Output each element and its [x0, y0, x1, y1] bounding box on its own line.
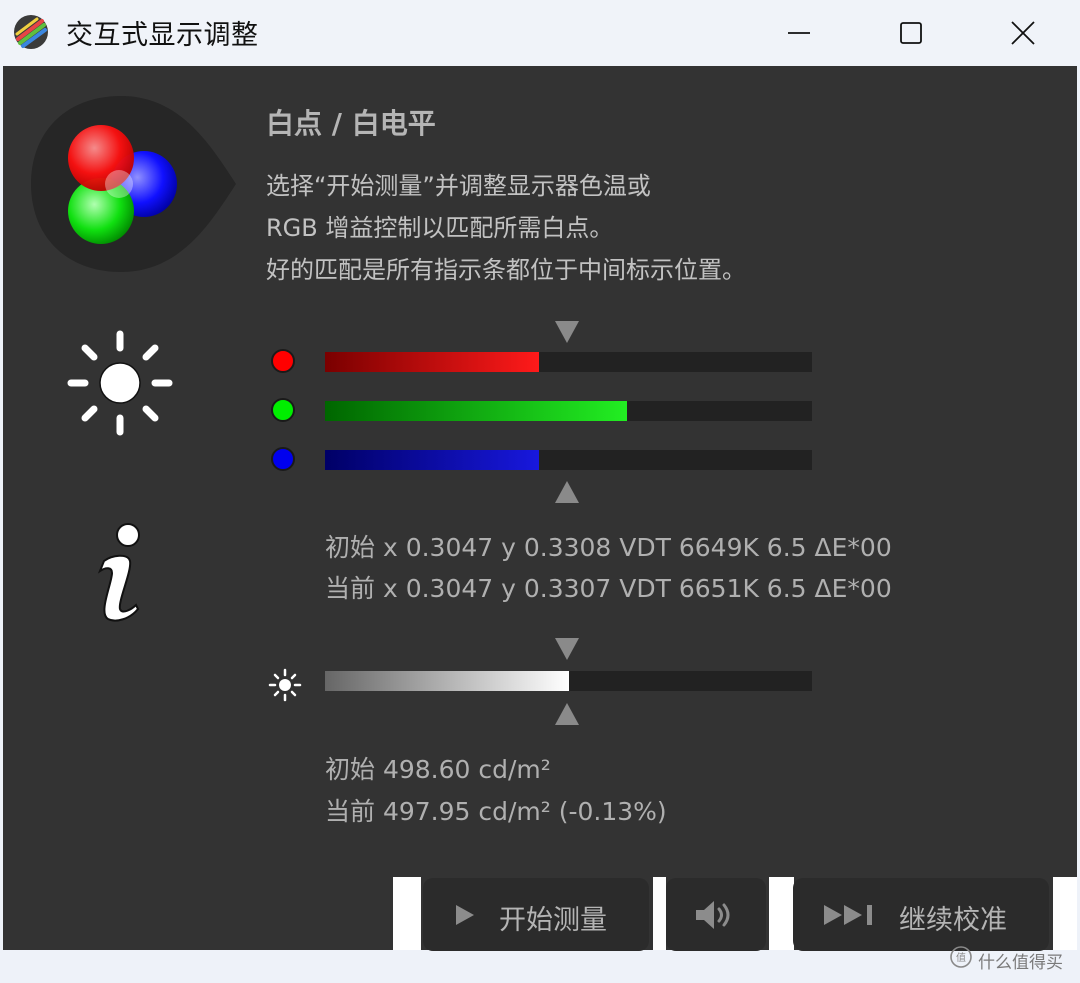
svg-text:值: 值	[956, 951, 966, 964]
blue-indicator-dot	[271, 447, 295, 471]
section-heading: 白点 / 白电平	[266, 107, 436, 140]
sound-toggle-button[interactable]	[666, 878, 766, 951]
button-strip-gap	[769, 877, 794, 950]
watermark-text: 什么值得买	[978, 953, 1063, 973]
start-measurement-button[interactable]: 开始测量	[423, 878, 649, 951]
interactive-display-adjustment-window: 交互式显示调整 白点 / 白电平 选择“开始测量”并调整显示器色温或 RGB 增…	[0, 0, 1080, 983]
instruction-line-3: 好的匹配是所有指示条都位于中间标示位置。	[266, 256, 746, 284]
red-indicator-dot	[271, 349, 295, 373]
maximize-button[interactable]	[855, 0, 967, 66]
main-panel: 白点 / 白电平 选择“开始测量”并调整显示器色温或 RGB 增益控制以匹配所需…	[3, 66, 1077, 951]
green-gain-bar	[325, 401, 812, 421]
initial-luminance-reading: 初始 498.60 cd/m²	[325, 755, 551, 784]
instruction-line-1: 选择“开始测量”并调整显示器色温或	[266, 172, 651, 200]
luminance-target-marker-top	[555, 638, 579, 660]
continue-calibration-button[interactable]: 继续校准	[793, 878, 1049, 951]
blue-gain-bar	[325, 450, 812, 470]
speaker-icon	[696, 901, 730, 929]
minimize-icon	[788, 32, 810, 34]
info-icon	[97, 523, 140, 622]
sun-icon	[67, 330, 173, 436]
button-strip-gap	[393, 877, 421, 950]
minimize-button[interactable]	[743, 0, 855, 66]
window-title: 交互式显示调整	[66, 20, 259, 51]
red-bar-fill	[325, 352, 540, 372]
current-luminance-reading: 当前 497.95 cd/m² (-0.13%)	[325, 797, 667, 826]
play-icon	[456, 905, 474, 925]
green-bar-fill	[325, 401, 627, 421]
luminance-bar	[325, 671, 812, 691]
red-gain-bar	[325, 352, 812, 372]
luminance-bar-fill	[325, 671, 569, 691]
button-strip-gap	[653, 877, 666, 950]
skip-forward-icon	[824, 905, 872, 925]
title-bar: 交互式显示调整	[0, 0, 1080, 66]
button-strip-gap	[1053, 877, 1077, 950]
instruction-line-2: RGB 增益控制以匹配所需白点。	[266, 214, 614, 242]
maximize-icon	[900, 22, 922, 44]
blue-bar-fill	[325, 450, 540, 470]
luminance-target-marker-bottom	[555, 703, 579, 725]
start-measurement-label: 开始测量	[499, 905, 607, 936]
rgb-target-marker-bottom	[555, 481, 579, 503]
rgb-circles-icon	[31, 96, 236, 272]
app-icon	[14, 15, 48, 49]
continue-calibration-label: 继续校准	[899, 905, 1007, 936]
close-button[interactable]	[967, 0, 1079, 66]
close-icon	[1011, 21, 1035, 45]
brightness-small-icon	[268, 668, 302, 702]
green-indicator-dot	[271, 398, 295, 422]
current-chromaticity-reading: 当前 x 0.3047 y 0.3307 VDT 6651K 6.5 ΔE*00	[325, 574, 892, 603]
watermark-logo-icon: 值	[950, 946, 972, 968]
rgb-target-marker-top	[555, 321, 579, 343]
initial-chromaticity-reading: 初始 x 0.3047 y 0.3308 VDT 6649K 6.5 ΔE*00	[325, 533, 892, 562]
